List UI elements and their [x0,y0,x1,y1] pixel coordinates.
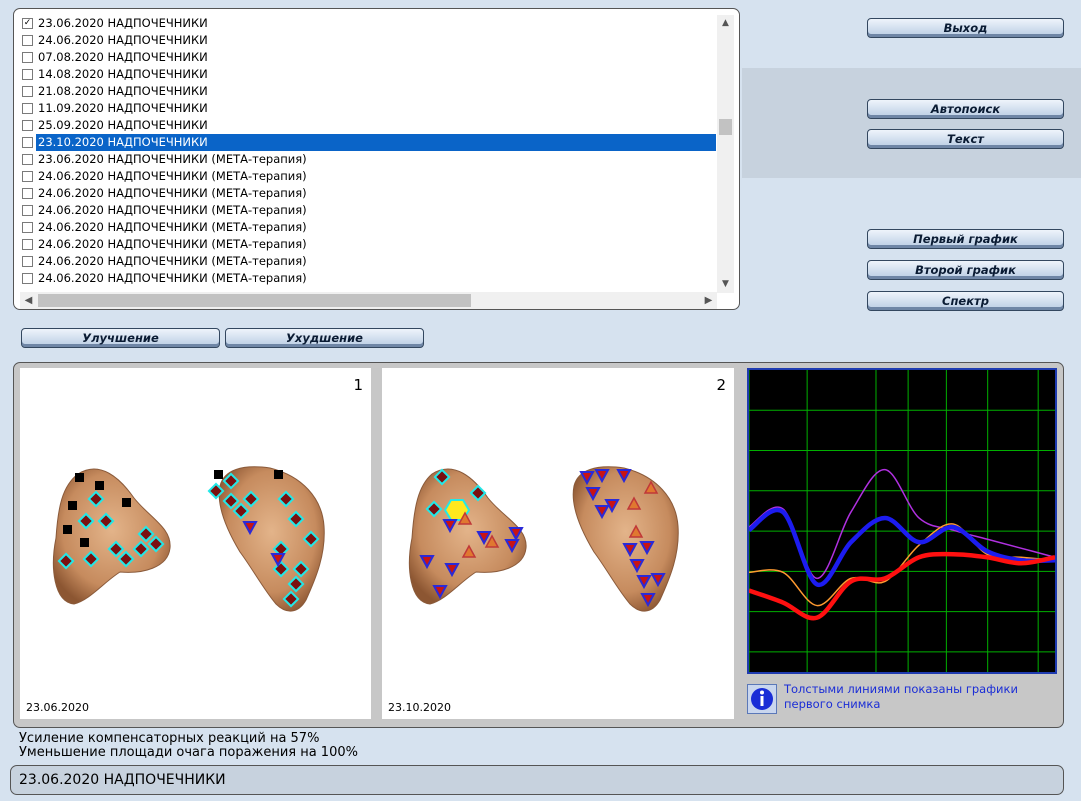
item-checkbox[interactable] [22,154,33,165]
image-date: 23.06.2020 [26,701,89,714]
spectrum-chart-svg [747,370,1056,672]
improvement-button[interactable]: Улучшение [21,328,220,348]
item-label: 14.08.2020 НАДПОЧЕЧНИКИ [38,67,208,81]
horizontal-scroll-thumb[interactable] [38,294,471,307]
item-checkbox[interactable] [22,103,33,114]
list-item[interactable]: 24.06.2020 НАДПОЧЕЧНИКИ (МЕТА-терапия) [22,202,716,219]
horizontal-scrollbar[interactable]: ◀ ▶ [20,292,717,309]
item-checkbox[interactable] [22,256,33,267]
item-label: 24.06.2020 НАДПОЧЕЧНИКИ (МЕТА-терапия) [38,254,307,268]
item-label: 23.06.2020 НАДПОЧЕЧНИКИ (МЕТА-терапия) [38,152,307,166]
item-checkbox[interactable] [22,239,33,250]
study-list-panel: ✓ 23.06.2020 НАДПОЧЕЧНИКИ 24.06.2020 НАДПО… [13,8,740,310]
list-item[interactable]: 14.08.2020 НАДПОЧЕЧНИКИ [22,66,716,83]
item-label: 24.06.2020 НАДПОЧЕЧНИКИ (МЕТА-терапия) [38,271,307,285]
scroll-down-icon[interactable]: ▼ [717,276,734,293]
item-label: 24.06.2020 НАДПОЧЕЧНИКИ (МЕТА-терапия) [38,203,307,217]
list-item[interactable]: 11.09.2020 НАДПОЧЕЧНИКИ [22,100,716,117]
list-item[interactable]: 23.10.2020 НАДПОЧЕЧНИКИ [22,133,716,152]
item-checkbox[interactable] [22,69,33,80]
scan-image-1: 1 23.06.2020 [20,368,371,719]
item-label: 25.09.2020 НАДПОЧЕЧНИКИ [38,118,208,132]
item-checkbox[interactable] [22,86,33,97]
spectrum-button[interactable]: Спектр [867,291,1064,311]
item-label: 24.06.2020 НАДПОЧЕЧНИКИ (МЕТА-терапия) [38,237,307,251]
spectrum-chart [747,368,1057,674]
list-item[interactable]: 24.06.2020 НАДПОЧЕЧНИКИ (МЕТА-терапия) [22,236,716,253]
list-item[interactable]: ✓ 23.06.2020 НАДПОЧЕЧНИКИ [22,15,716,32]
autosearch-button[interactable]: Автопоиск [867,99,1064,119]
status-bar: 23.06.2020 НАДПОЧЕЧНИКИ [10,765,1064,795]
list-item[interactable]: 21.08.2020 НАДПОЧЕЧНИКИ [22,83,716,100]
list-item[interactable]: 24.06.2020 НАДПОЧЕЧНИКИ (МЕТА-терапия) [22,270,716,287]
result-line-2: Уменьшение площади очага поражения на 10… [19,745,358,760]
scan-image-2: 2 23.10.2020 [382,368,734,719]
item-label: 11.09.2020 НАДПОЧЕЧНИКИ [38,101,208,115]
worsening-button[interactable]: Ухудшение [225,328,424,348]
list-item[interactable]: 24.06.2020 НАДПОЧЕЧНИКИ (МЕТА-терапия) [22,253,716,270]
result-line-1: Усиление компенсаторных реакций на 57% [19,731,320,746]
list-item[interactable]: 24.06.2020 НАДПОЧЕЧНИКИ (МЕТА-терапия) [22,168,716,185]
list-item[interactable]: 24.06.2020 НАДПОЧЕЧНИКИ (МЕТА-терапия) [22,219,716,236]
study-list[interactable]: ✓ 23.06.2020 НАДПОЧЕЧНИКИ 24.06.2020 НАДПО… [22,15,716,293]
vertical-scroll-thumb[interactable] [719,119,732,135]
item-label: 23.10.2020 НАДПОЧЕЧНИКИ [35,133,716,152]
scroll-right-icon[interactable]: ▶ [700,292,717,309]
item-label: 21.08.2020 НАДПОЧЕЧНИКИ [38,84,208,98]
item-label: 24.06.2020 НАДПОЧЕЧНИКИ [38,33,208,47]
adrenal-scan-2 [408,466,679,612]
item-checkbox[interactable]: ✓ [22,18,33,29]
list-item[interactable]: 24.06.2020 НАДПОЧЕЧНИКИ (МЕТА-терапия) [22,185,716,202]
item-checkbox[interactable] [22,273,33,284]
item-checkbox[interactable] [22,205,33,216]
item-checkbox[interactable] [22,171,33,182]
item-checkbox[interactable] [22,52,33,63]
exit-button[interactable]: Выход [867,18,1064,38]
list-item[interactable]: 23.06.2020 НАДПОЧЕЧНИКИ (МЕТА-терапия) [22,151,716,168]
second-chart-button[interactable]: Второй график [867,260,1064,280]
vertical-scrollbar[interactable]: ▲ ▼ [717,15,734,293]
info-text: Толстыми линиями показаны графики первог… [784,682,1018,711]
item-label: 24.06.2020 НАДПОЧЕЧНИКИ (МЕТА-терапия) [38,169,307,183]
image-date: 23.10.2020 [388,701,451,714]
item-checkbox[interactable] [22,120,33,131]
list-item[interactable]: 25.09.2020 НАДПОЧЕЧНИКИ [22,117,716,134]
scroll-left-icon[interactable]: ◀ [20,292,37,309]
item-checkbox[interactable] [22,188,33,199]
item-label: 24.06.2020 НАДПОЧЕЧНИКИ (МЕТА-терапия) [38,186,307,200]
adrenal-scan-1 [52,466,325,612]
list-item[interactable]: 07.08.2020 НАДПОЧЕЧНИКИ [22,49,716,66]
info-icon [747,684,777,714]
comparison-panel: 1 23.06.2020 2 23.10.2020 Толстыми линия… [13,362,1064,728]
item-checkbox[interactable] [22,137,33,148]
left-gland [52,468,171,605]
list-item[interactable]: 24.06.2020 НАДПОЧЕЧНИКИ [22,32,716,49]
item-label: 24.06.2020 НАДПОЧЕЧНИКИ (МЕТА-терапия) [38,220,307,234]
series-line-0 [747,507,1056,587]
item-label: 23.06.2020 НАДПОЧЕЧНИКИ [38,16,208,30]
first-chart-button[interactable]: Первый график [867,229,1064,249]
item-label: 07.08.2020 НАДПОЧЕЧНИКИ [38,50,208,64]
text-button[interactable]: Текст [867,129,1064,149]
right-band [742,68,1081,178]
left-gland [408,468,527,605]
item-checkbox[interactable] [22,35,33,46]
item-checkbox[interactable] [22,222,33,233]
scroll-up-icon[interactable]: ▲ [717,15,734,32]
